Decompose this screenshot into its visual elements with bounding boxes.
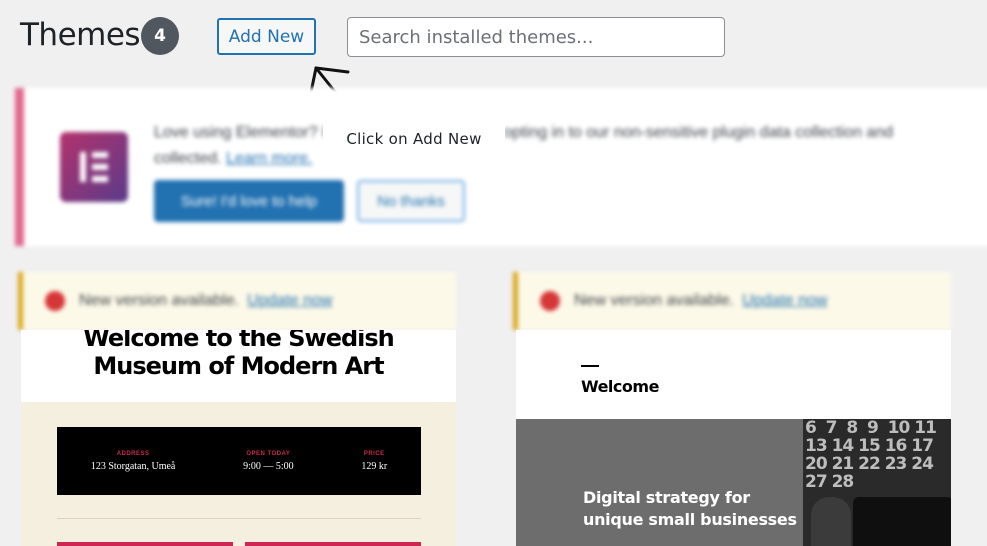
notice-message: Love using Elementor? Help us make it be… [154,124,894,167]
plant-image [811,497,851,546]
divider [581,365,599,367]
theme-preview-hero: Digital strategy for unique small busine… [516,419,951,546]
instruction-callout: Click on Add New [323,121,505,157]
page-title: Themes [20,17,141,53]
update-notice: New version available. Update now [18,272,456,330]
preview-block [245,542,421,546]
learn-more-link[interactable]: Learn more. [226,150,312,167]
museum-info-bar: ADDRESS 123 Storgatan, Umeå OPEN TODAY 9… [57,427,421,495]
update-now-link[interactable]: Update now [742,292,827,310]
theme-card-business[interactable]: Welcome Digital strategy for unique smal… [516,330,951,546]
theme-preview-heading: Welcome [581,377,659,396]
theme-preview-headline: Welcome to the Swedish Museum of Modern … [83,330,395,380]
theme-count-badge: 4 [141,17,179,55]
search-themes-input[interactable] [347,17,725,57]
preview-block [57,542,233,546]
divider [57,518,421,519]
elementor-notice: Love using Elementor? Help us make it be… [15,88,987,246]
theme-card-museum[interactable]: Welcome to the Swedish Museum of Modern … [21,330,456,546]
opt-in-button[interactable]: Sure! I'd love to help [154,180,344,222]
no-thanks-button[interactable]: No thanks [357,180,465,222]
warning-icon [540,291,560,311]
add-new-button[interactable]: Add New [217,18,316,55]
elementor-logo-icon [60,132,128,202]
hero-text: Digital strategy for unique small busine… [583,488,797,529]
warning-icon [45,291,65,311]
calendar-photo: 6 7 8 9 10 11 13 14 15 16 17 20 21 22 23… [803,419,951,546]
laptop-image [853,497,951,546]
update-notice: New version available. Update now [513,272,951,330]
update-now-link[interactable]: Update now [247,292,332,310]
